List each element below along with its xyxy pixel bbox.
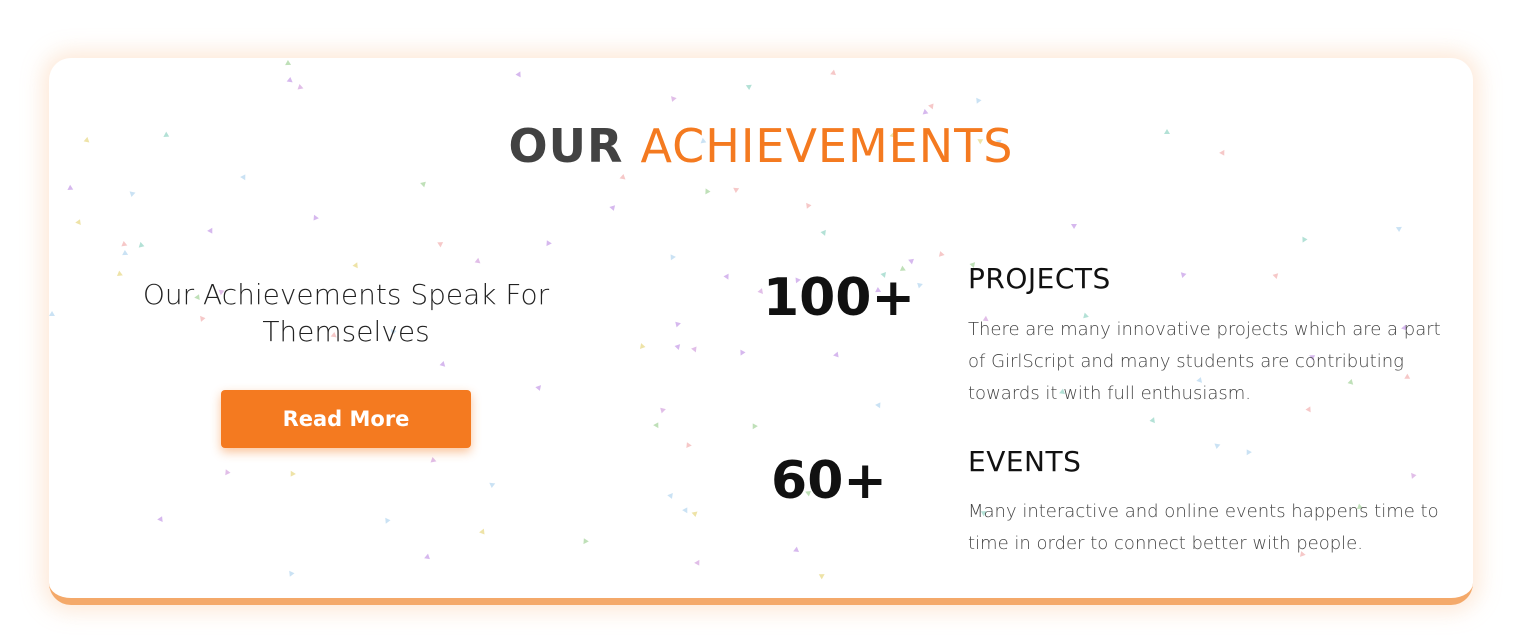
confetti-piece (581, 536, 589, 545)
confetti-piece (1395, 226, 1403, 233)
heading-word-achievements: ACHIEVEMENTS (640, 119, 1014, 173)
confetti-piece (424, 553, 432, 562)
confetti-piece (1271, 271, 1279, 280)
confetti-piece (976, 97, 982, 104)
confetti-piece (830, 69, 838, 78)
confetti-piece (121, 249, 129, 256)
read-more-button[interactable]: Read More (221, 390, 471, 448)
confetti-piece (745, 84, 753, 91)
confetti-piece (544, 238, 552, 247)
confetti-piece (820, 229, 826, 236)
stat-description-projects: There are many innovative projects which… (968, 319, 1441, 404)
confetti-piece (937, 250, 945, 257)
confetti-piece (793, 546, 801, 555)
confetti-piece (225, 469, 231, 476)
confetti-piece (1213, 443, 1221, 450)
confetti-piece (286, 76, 294, 83)
confetti-piece (750, 421, 758, 430)
confetti-piece (908, 256, 916, 265)
page: OUR ACHIEVEMENTS Our Achievements Speak … (0, 0, 1527, 641)
confetti-piece (420, 179, 428, 188)
confetti-piece (694, 559, 702, 568)
confetti-piece (691, 344, 699, 353)
confetti-piece (75, 218, 83, 225)
confetti-piece (667, 493, 675, 500)
stat-description-events: Many interactive and online events happe… (968, 501, 1439, 554)
confetti-piece (385, 517, 391, 524)
confetti-piece (49, 310, 56, 317)
confetti-piece (740, 349, 746, 356)
confetti-piece (284, 59, 292, 66)
confetti-piece (1180, 270, 1188, 279)
confetti-piece (296, 83, 304, 90)
confetti-piece (288, 470, 296, 479)
confetti-piece (658, 405, 666, 414)
confetti-piece (705, 188, 711, 195)
stat-title-events: EVENTS (968, 445, 1082, 478)
confetti-piece (429, 456, 437, 463)
confetti-piece (1070, 223, 1078, 230)
confetti-piece (437, 239, 445, 248)
confetti-piece (352, 262, 358, 269)
section-heading: OUR ACHIEVEMENTS (49, 116, 1473, 176)
confetti-piece (1411, 472, 1417, 479)
confetti-piece (639, 343, 647, 350)
confetti-piece (1302, 236, 1308, 243)
confetti-piece (684, 440, 692, 449)
confetti-piece (1149, 417, 1155, 424)
confetti-piece (128, 191, 136, 198)
confetti-piece (928, 101, 936, 110)
heading-word-our: OUR (508, 119, 624, 173)
confetti-piece (668, 252, 676, 261)
confetti-piece (609, 205, 617, 212)
confetti-piece (438, 360, 446, 369)
confetti-piece (311, 214, 319, 223)
confetti-piece (669, 96, 677, 103)
confetti-piece (515, 71, 521, 78)
confetti-piece (817, 571, 825, 580)
achievements-tagline: Our Achievements Speak For Themselves (142, 278, 550, 348)
confetti-piece (207, 227, 215, 236)
confetti-piece (875, 400, 883, 409)
stat-number-projects: 100+ (762, 268, 916, 328)
confetti-piece (138, 241, 146, 250)
confetti-piece (479, 528, 487, 537)
confetti-piece (806, 202, 812, 209)
confetti-piece (535, 385, 543, 392)
confetti-piece (473, 257, 481, 266)
confetti-piece (289, 570, 295, 577)
confetti-piece (653, 420, 661, 429)
confetti-piece (120, 240, 128, 247)
confetti-piece (833, 351, 841, 360)
confetti-piece (723, 273, 729, 280)
confetti-piece (673, 343, 681, 350)
confetti-piece (1244, 447, 1252, 456)
confetti-piece (732, 187, 740, 194)
confetti-piece (157, 514, 165, 523)
stat-title-projects: PROJECTS (968, 262, 1111, 295)
confetti-piece (682, 505, 690, 514)
confetti-piece (488, 482, 496, 489)
confetti-piece (691, 511, 699, 518)
stat-number-events: 60+ (771, 451, 887, 511)
confetti-piece (673, 319, 681, 328)
achievements-card: OUR ACHIEVEMENTS Our Achievements Speak … (49, 58, 1473, 605)
confetti-piece (67, 184, 75, 193)
